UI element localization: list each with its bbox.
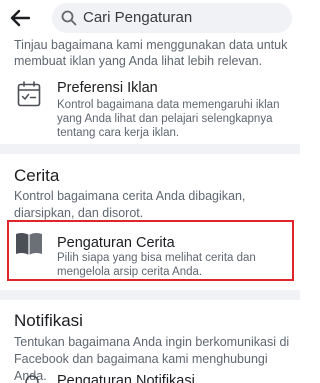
search-placeholder: Cari Pengaturan xyxy=(83,9,193,26)
search-input[interactable]: Cari Pengaturan xyxy=(52,3,292,33)
bell-icon xyxy=(25,375,39,383)
section-divider xyxy=(0,290,300,300)
ad-preferences-item[interactable]: Preferensi Iklan Kontrol bagaimana data … xyxy=(0,76,300,139)
stories-description: Kontrol bagaimana cerita Anda dibagikan,… xyxy=(14,189,246,220)
story-settings-title: Pengaturan Cerita xyxy=(57,235,175,251)
back-button[interactable] xyxy=(6,4,34,32)
back-arrow-icon xyxy=(10,9,30,27)
story-settings-description: Pilih siapa yang bisa melihat cerita dan… xyxy=(57,252,256,278)
stories-heading: Cerita xyxy=(14,166,60,185)
ad-preferences-icon xyxy=(17,81,41,107)
top-bar: Cari Pengaturan xyxy=(0,0,300,36)
notification-settings-title[interactable]: Pengaturan Notifikasi xyxy=(57,373,195,383)
ad-section-description: Tinjau bagaimana kami menggunakan data u… xyxy=(14,38,288,68)
notifications-heading: Notifikasi xyxy=(14,311,83,330)
search-icon xyxy=(61,10,77,26)
ad-preferences-description: Kontrol bagaimana data memengaruhi iklan… xyxy=(57,99,280,139)
section-divider xyxy=(0,144,300,154)
ad-preferences-title: Preferensi Iklan xyxy=(57,80,158,96)
book-icon xyxy=(16,232,42,255)
